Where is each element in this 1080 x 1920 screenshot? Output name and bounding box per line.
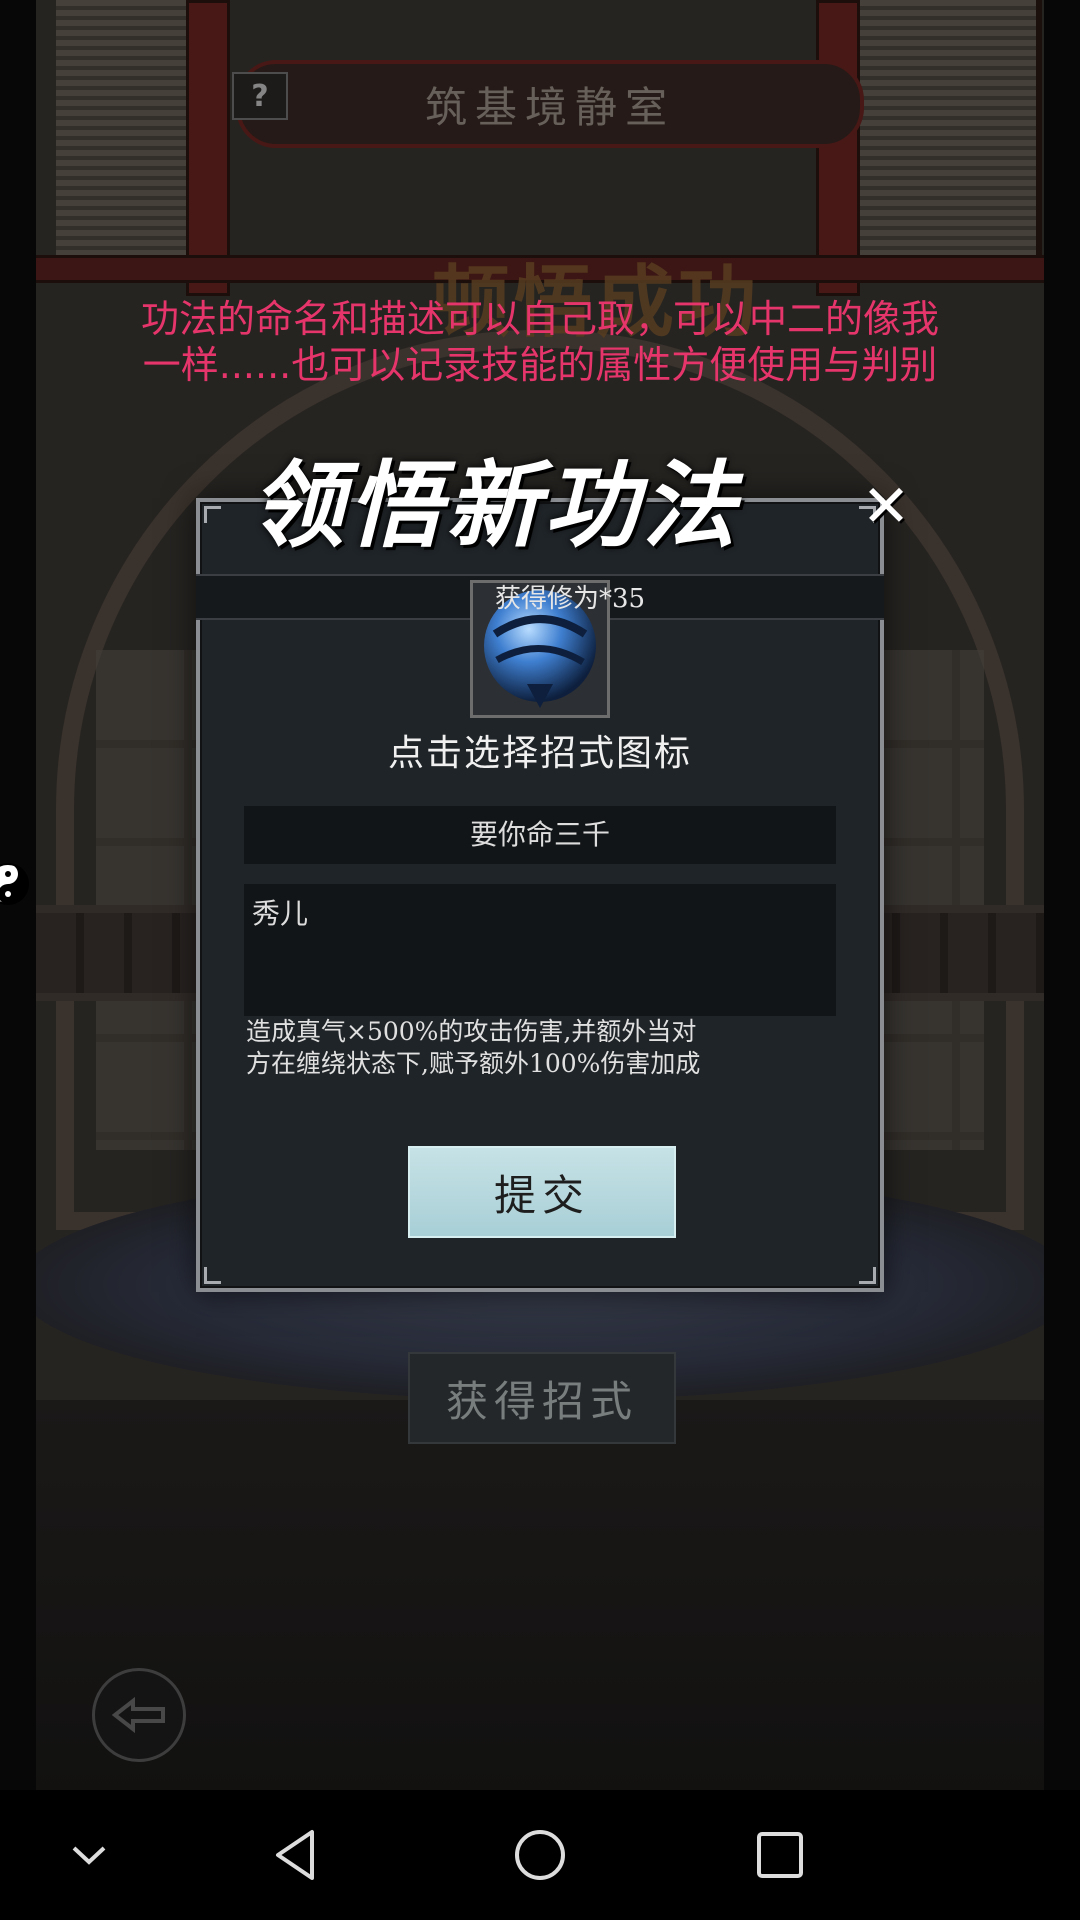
caption-line-2: 一样......也可以记录技能的属性方便使用与判别	[142, 343, 938, 387]
instruction-caption: 功法的命名和描述可以自己取，可以中二的像我 一样......也可以记录技能的属性…	[70, 296, 1010, 388]
caption-line-1: 功法的命名和描述可以自己取，可以中二的像我	[140, 297, 939, 341]
system-navigation-bar	[0, 1790, 1080, 1920]
recents-square-icon[interactable]	[745, 1820, 815, 1890]
skill-description-field[interactable]: 秀儿	[244, 884, 836, 1016]
effect-line-1: 造成真气×500%的攻击伤害,并额外当对	[246, 1017, 697, 1046]
back-triangle-icon[interactable]	[264, 1820, 334, 1890]
skill-effect-text: 造成真气×500%的攻击伤害,并额外当对 方在缠绕状态下,赋予额外100%伤害加…	[246, 1016, 866, 1080]
dialog-corner	[204, 506, 221, 523]
select-icon-label[interactable]: 点击选择招式图标	[196, 724, 884, 776]
dialog-title: 领悟新功法	[250, 451, 741, 561]
submit-button[interactable]: 提交	[408, 1146, 676, 1238]
effect-line-2: 方在缠绕状态下,赋予额外100%伤害加成	[246, 1049, 701, 1078]
dialog-corner	[204, 1267, 221, 1284]
dialog-corner	[859, 1267, 876, 1284]
skill-name-field[interactable]: 要你命三千	[244, 806, 836, 864]
close-button[interactable]: ✕	[856, 476, 916, 536]
home-circle-icon[interactable]	[505, 1820, 575, 1890]
chevron-down-icon[interactable]	[54, 1820, 124, 1890]
yin-yang-icon[interactable]	[0, 862, 30, 906]
cultivation-gain-text: 获得修为*35	[494, 584, 646, 614]
